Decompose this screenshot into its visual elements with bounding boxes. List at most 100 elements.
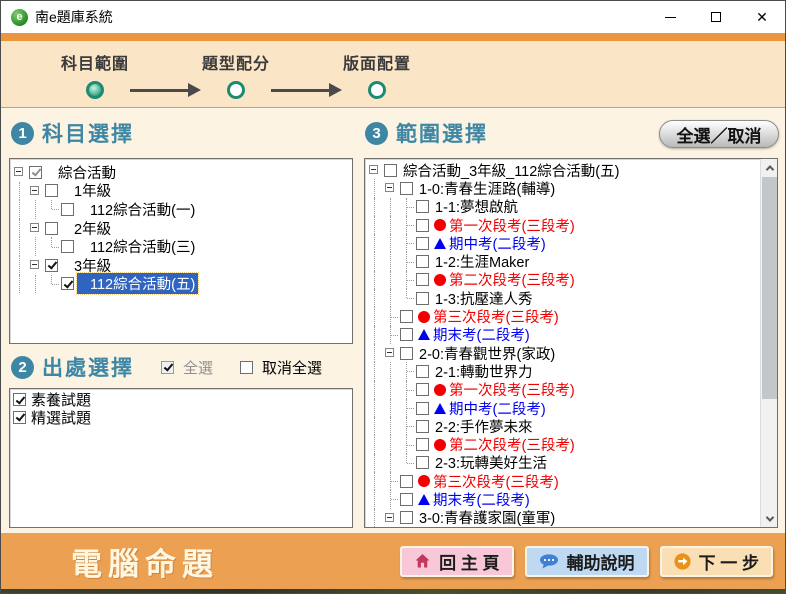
tree-connector	[399, 362, 415, 380]
home-button-label: 回 主 頁	[439, 549, 499, 574]
tree-checkbox[interactable]	[416, 383, 429, 396]
tree-row[interactable]: 2-3:玩轉美好生活	[367, 454, 758, 472]
tree-checkbox[interactable]	[416, 456, 429, 469]
tree-row[interactable]: 期末考(二段考)	[367, 326, 758, 344]
tree-row[interactable]: 期末考(二段考)	[367, 490, 758, 508]
select-all-label: 全選	[183, 357, 213, 378]
tree-checkbox[interactable]	[416, 237, 429, 250]
tree-checkbox[interactable]	[400, 328, 413, 341]
tree-checkbox[interactable]	[416, 365, 429, 378]
tree-row[interactable]: 3-0:青春護家園(童軍)	[367, 509, 758, 527]
tree-item-label[interactable]: 3-0:青春護家園(童軍)	[416, 507, 558, 528]
tree-checkbox[interactable]	[400, 182, 413, 195]
tree-checkbox[interactable]	[416, 200, 429, 213]
tree-row[interactable]: 1年級	[12, 182, 350, 201]
tree-checkbox[interactable]	[416, 292, 429, 305]
tree-row[interactable]: 第三次段考(三段考)	[367, 307, 758, 325]
home-button[interactable]: 回 主 頁	[400, 546, 513, 577]
tree-checkbox[interactable]	[400, 310, 413, 323]
tree-item-label[interactable]: 112綜合活動(五)	[77, 273, 198, 294]
tree-connector	[399, 252, 415, 270]
tree-row[interactable]: 第二次段考(三段考)	[367, 271, 758, 289]
tree-checkbox[interactable]	[416, 402, 429, 415]
vertical-scrollbar[interactable]	[760, 159, 777, 527]
tree-checkbox[interactable]	[400, 511, 413, 524]
step-1[interactable]: 科目範圍	[61, 50, 129, 99]
tree-checkbox[interactable]	[416, 255, 429, 268]
list-item-checkbox[interactable]	[13, 393, 26, 406]
select-all-box-icon[interactable]	[161, 361, 174, 374]
tree-row[interactable]: 期中考(二段考)	[367, 234, 758, 252]
tree-checkbox[interactable]	[400, 347, 413, 360]
tree-connector	[44, 237, 60, 256]
tree-checkbox[interactable]	[416, 438, 429, 451]
scrollbar-thumb[interactable]	[762, 177, 777, 399]
tree-checkbox[interactable]	[29, 166, 42, 179]
close-button[interactable]: ✕	[739, 1, 785, 33]
tree-row[interactable]: 綜合活動	[12, 163, 350, 182]
tree-connector	[383, 307, 399, 325]
select-all-toggle-button[interactable]: 全選／取消	[659, 120, 779, 148]
tree-checkbox[interactable]	[384, 164, 397, 177]
list-item[interactable]: 精選試題	[12, 409, 350, 427]
step-2[interactable]: 題型配分	[202, 50, 270, 99]
tree-row[interactable]: 2-2:手作夢未來	[367, 417, 758, 435]
scroll-down-button[interactable]	[761, 510, 778, 527]
expander-minus-icon[interactable]	[28, 256, 44, 275]
tree-checkbox[interactable]	[416, 420, 429, 433]
tree-row[interactable]: 第三次段考(三段考)	[367, 472, 758, 490]
tree-row[interactable]: 3年級	[12, 256, 350, 275]
expander-minus-icon[interactable]	[28, 219, 44, 238]
tree-row[interactable]: 112綜合活動(五)	[12, 275, 350, 294]
tree-row[interactable]: 1-1:夢想啟航	[367, 198, 758, 216]
expander-minus-icon[interactable]	[367, 161, 383, 179]
expander-minus-icon[interactable]	[12, 163, 28, 182]
select-all-checkbox[interactable]: 全選	[160, 357, 213, 378]
tree-checkbox[interactable]	[45, 259, 58, 272]
tree-row[interactable]: 第二次段考(三段考)	[367, 435, 758, 453]
next-button[interactable]: 下 一 步	[660, 546, 773, 577]
tree-checkbox[interactable]	[416, 273, 429, 286]
subject-section-header: 1 科目選擇	[11, 118, 134, 148]
expander-minus-icon[interactable]	[383, 509, 399, 527]
tree-row[interactable]: 第一次段考(三段考)	[367, 381, 758, 399]
tree-row[interactable]: 綜合活動_3年級_112綜合活動(五)	[367, 161, 758, 179]
deselect-all-checkbox[interactable]: 取消全選	[239, 357, 322, 378]
tree-indent-line	[28, 275, 44, 294]
maximize-button[interactable]	[693, 1, 739, 33]
tree-row[interactable]: 1-3:抗壓達人秀	[367, 289, 758, 307]
tree-checkbox[interactable]	[61, 203, 74, 216]
tree-indent-line	[367, 326, 383, 344]
tree-row[interactable]: 期中考(二段考)	[367, 399, 758, 417]
range-tree: 綜合活動_3年級_112綜合活動(五)1-0:青春生涯路(輔導)1-1:夢想啟航…	[364, 158, 778, 528]
tree-row[interactable]: 2-0:青春觀世界(家政)	[367, 344, 758, 362]
list-item-checkbox[interactable]	[13, 411, 26, 424]
tree-row[interactable]: 1-0:青春生涯路(輔導)	[367, 179, 758, 197]
exam-circle-marker-icon	[434, 219, 446, 231]
tree-row[interactable]: 112綜合活動(一)	[12, 200, 350, 219]
tree-row[interactable]: 112綜合活動(三)	[12, 237, 350, 256]
tree-checkbox[interactable]	[45, 184, 58, 197]
tree-checkbox[interactable]	[45, 222, 58, 235]
expander-minus-icon[interactable]	[28, 182, 44, 201]
tree-checkbox[interactable]	[400, 493, 413, 506]
scroll-up-button[interactable]	[761, 159, 778, 176]
expander-minus-icon[interactable]	[383, 179, 399, 197]
tree-row[interactable]: 2年級	[12, 219, 350, 238]
help-button[interactable]: 輔助說明	[525, 546, 649, 577]
tree-checkbox[interactable]	[416, 219, 429, 232]
tree-connector	[399, 454, 415, 472]
tree-indent-line	[367, 399, 383, 417]
exam-triangle-marker-icon	[434, 238, 446, 249]
minimize-button[interactable]	[647, 1, 693, 33]
tree-row[interactable]: 2-1:轉動世界力	[367, 362, 758, 380]
step-3[interactable]: 版面配置	[343, 50, 411, 99]
tree-row[interactable]: 第一次段考(三段考)	[367, 216, 758, 234]
tree-checkbox[interactable]	[61, 277, 74, 290]
tree-checkbox[interactable]	[400, 475, 413, 488]
expander-minus-icon[interactable]	[383, 344, 399, 362]
tree-checkbox[interactable]	[61, 240, 74, 253]
deselect-all-box-icon[interactable]	[240, 361, 253, 374]
tree-connector	[44, 200, 60, 219]
tree-row[interactable]: 1-2:生涯Maker	[367, 252, 758, 270]
